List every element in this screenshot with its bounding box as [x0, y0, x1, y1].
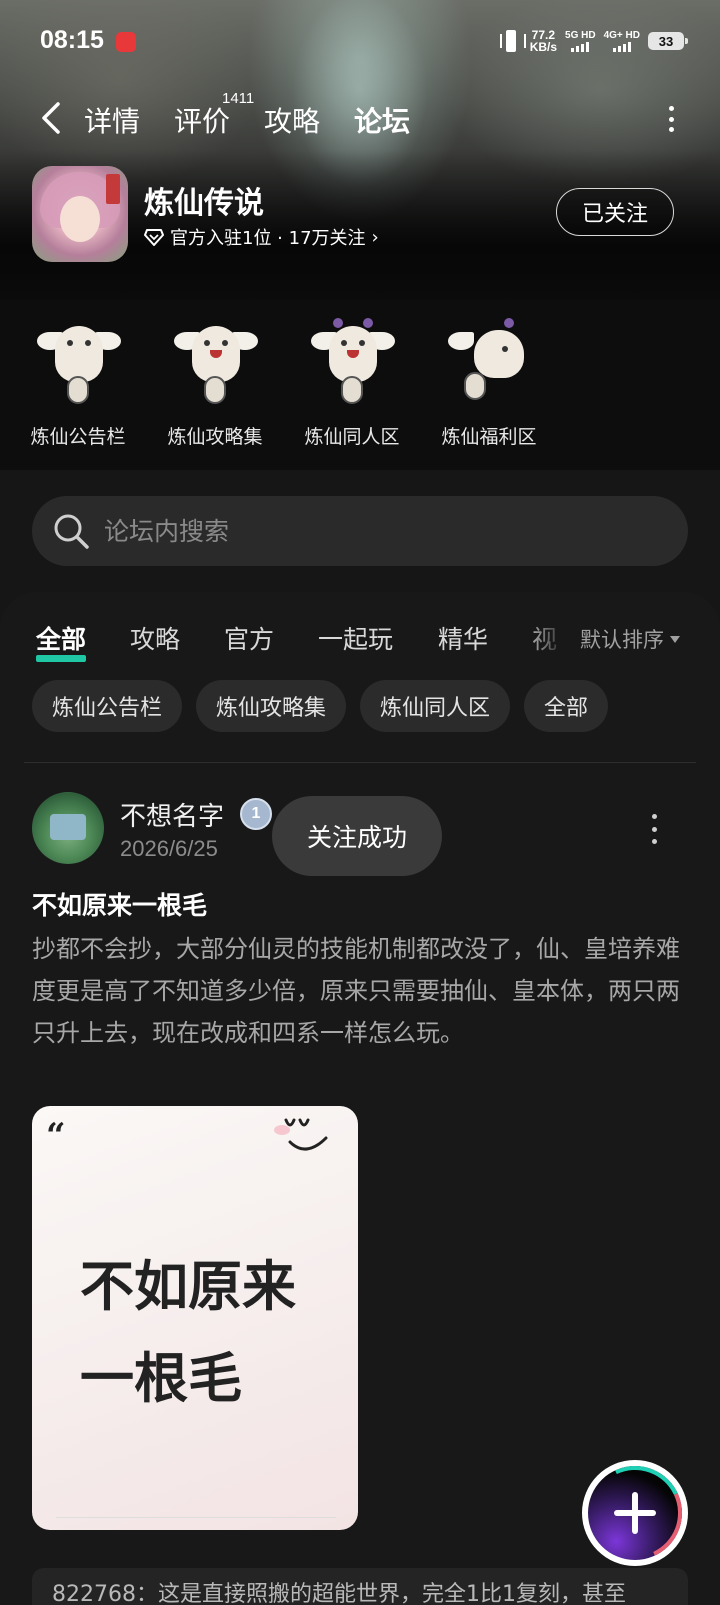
forum-search-bar[interactable] [32, 496, 688, 566]
post-image[interactable]: “ 不如原来 一根毛 [32, 1106, 358, 1530]
mascot-icon [307, 306, 397, 416]
game-follow-meta[interactable]: 官方入驻1位 · 17万关注 › [144, 224, 379, 250]
user-level-badge: 1 [240, 798, 272, 830]
tab-featured[interactable]: 精华 [438, 620, 488, 656]
network-speed: 77.2 KB/s [529, 28, 558, 54]
mascot-icon [170, 306, 260, 416]
smiley-face-icon [274, 1118, 328, 1151]
chip-guides[interactable]: 炼仙攻略集 [196, 680, 347, 732]
tab-play-together[interactable]: 一起玩 [318, 620, 393, 656]
search-input[interactable] [104, 516, 624, 546]
caret-down-icon [670, 635, 680, 643]
top-nav: 详情 评价 1411 攻略 论坛 [0, 90, 720, 144]
battery-icon: 33 [648, 32, 688, 50]
back-arrow-icon[interactable] [38, 98, 68, 138]
post-title[interactable]: 不如原来一根毛 [32, 886, 207, 922]
chip-fanworks[interactable]: 炼仙同人区 [360, 680, 511, 732]
signal-5g-icon: 5G HD [565, 30, 596, 52]
chevron-right-icon: › [371, 226, 379, 248]
divider [24, 762, 696, 763]
tab-guides[interactable]: 攻略 [264, 100, 320, 140]
search-icon [54, 514, 89, 549]
tab-strategy[interactable]: 攻略 [130, 620, 180, 656]
shortcut-announcements[interactable]: 炼仙公告栏 [22, 306, 134, 449]
subforum-filter-chips: 炼仙公告栏 炼仙攻略集 炼仙同人区 全部 [32, 680, 609, 732]
sort-dropdown[interactable]: 默认排序 [580, 624, 680, 654]
tab-details[interactable]: 详情 [84, 100, 140, 140]
category-tabs: 全部 攻略 官方 一起玩 精华 视 默认排序 [0, 614, 720, 666]
create-post-button[interactable] [574, 1452, 696, 1574]
shortcut-fanworks[interactable]: 炼仙同人区 [296, 306, 408, 449]
image-text-line2: 一根毛 [80, 1346, 242, 1410]
image-text-line1: 不如原来 [80, 1254, 296, 1318]
notification-app-icon [116, 32, 136, 52]
forum-content: 全部 攻略 官方 一起玩 精华 视 默认排序 炼仙公告栏 炼仙攻略集 炼仙同人区… [0, 592, 720, 1605]
shortcut-welfare[interactable]: 炼仙福利区 [433, 306, 545, 449]
quote-mark: “ [46, 1116, 66, 1156]
tab-all[interactable]: 全部 [36, 620, 87, 662]
post-date: 2026/6/25 [120, 836, 218, 861]
followed-button[interactable]: 已关注 [556, 188, 674, 236]
chip-all[interactable]: 全部 [524, 680, 609, 732]
diamond-icon [144, 229, 164, 246]
status-bar: 08:15 77.2 KB/s 5G HD 4G+ HD 33 [0, 0, 720, 84]
game-title: 炼仙传说 [144, 186, 264, 221]
comment-preview[interactable]: 822768：这是直接照搬的超能世界，完全1比1复刻，甚至 [32, 1568, 688, 1605]
author-name[interactable]: 不想名字 [120, 796, 224, 833]
status-time: 08:15 [40, 26, 104, 54]
signal-4g-icon: 4G+ HD [604, 30, 640, 52]
follow-success-toast: 关注成功 [272, 796, 442, 876]
game-icon[interactable] [32, 166, 128, 262]
chip-announcements[interactable]: 炼仙公告栏 [32, 680, 183, 732]
mascot-icon [33, 306, 123, 416]
post-more-icon[interactable] [648, 814, 660, 844]
post-body[interactable]: 抄都不会抄，大部分仙灵的技能机制都改没了，仙、皇培养难度更是高了不知道多少倍，原… [32, 928, 680, 1054]
tab-forum[interactable]: 论坛 [351, 100, 413, 140]
vibrate-icon [499, 28, 526, 54]
mascot-icon [444, 306, 534, 416]
subforum-shortcuts: 炼仙公告栏 炼仙攻略集 炼仙同人区 炼仙福利区 [0, 300, 720, 470]
author-avatar[interactable] [32, 792, 104, 864]
shortcut-guides[interactable]: 炼仙攻略集 [159, 306, 271, 449]
review-count-badge: 1411 [222, 90, 255, 107]
tab-official[interactable]: 官方 [224, 620, 274, 656]
game-info: 炼仙传说 官方入驻1位 · 17万关注 › 已关注 [32, 166, 688, 266]
more-options-icon[interactable] [664, 104, 678, 134]
